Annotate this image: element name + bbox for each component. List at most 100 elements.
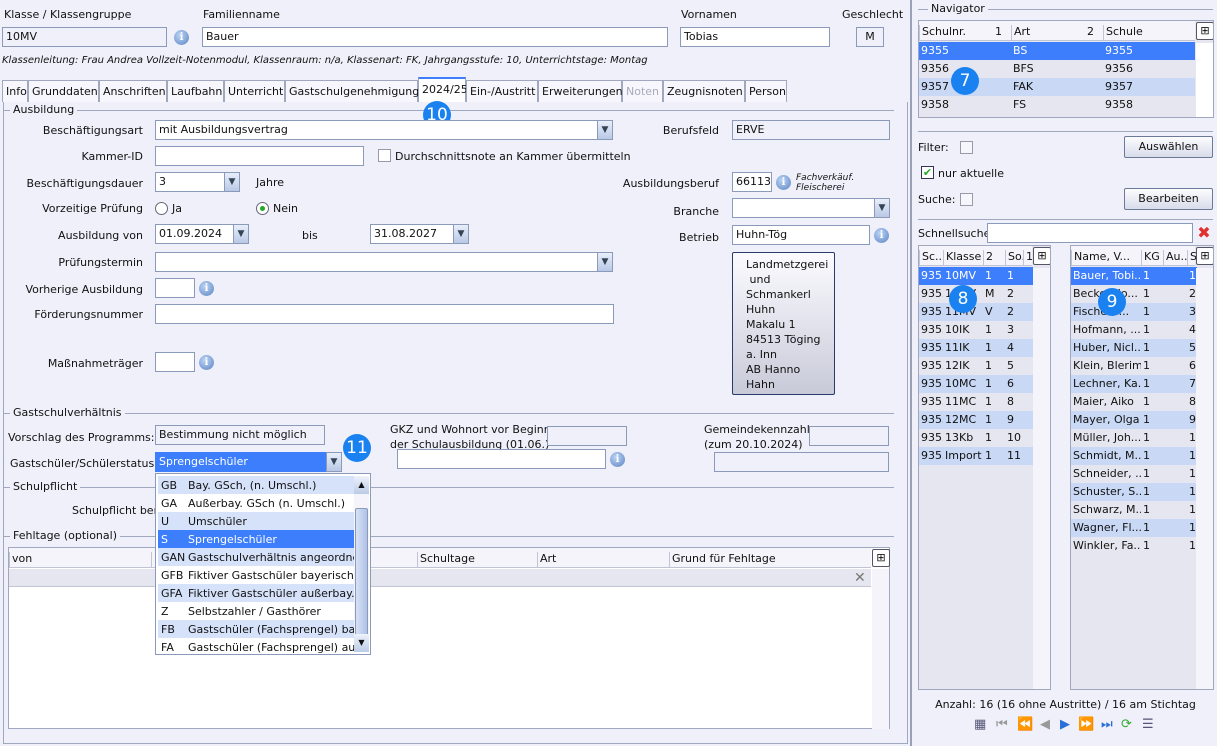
klasse-field[interactable]: 10MV [2,27,167,47]
filter-checkbox[interactable] [960,141,973,154]
scroll-thumb[interactable] [355,508,368,636]
class-row[interactable]: 935511IK 1 4 [919,339,1033,357]
school-row[interactable]: 9358 FS 9358 [919,96,1195,114]
column-header[interactable]: So... [1005,250,1023,266]
scrollbar[interactable] [1196,268,1213,689]
student-row[interactable]: Klein, Blerim 1 6 [1071,357,1197,375]
dropdown-option[interactable]: Z Selbstzahler / Gasthörer [158,602,354,620]
von-date[interactable]: 01.09.2024 [155,224,234,244]
student-row[interactable]: Huber, Nicl... 1 5 [1071,339,1197,357]
student-row[interactable]: Lechner, Ka... 1 7 [1071,375,1197,393]
column-header[interactable]: Klasse [943,250,983,266]
chevron-down-icon[interactable]: ▼ [326,452,342,472]
scroll-up-icon[interactable]: ▲ [354,476,369,494]
column-menu-icon[interactable]: ⊞ [1196,22,1213,40]
radio-ja[interactable] [155,202,168,215]
scrollbar[interactable] [872,569,889,729]
class-row[interactable]: 9355Import111 [919,447,1033,465]
scrollbar[interactable] [1196,43,1213,117]
geschlecht-field[interactable]: M [856,27,884,47]
next-record-icon[interactable]: ▶ [1060,717,1070,732]
column-menu-icon[interactable]: ⊞ [1196,247,1213,265]
column-header[interactable]: Au... [1163,250,1187,266]
dropdown-option[interactable]: U Umschüler [158,512,354,530]
column-menu-icon[interactable]: ⊞ [872,549,890,567]
info-icon[interactable]: i [199,355,214,370]
student-row[interactable]: Schuster, S...114 [1071,483,1197,501]
gemeindekennzahl-input[interactable] [809,426,889,446]
vornamen-field[interactable]: Tobias [680,27,830,47]
refresh-icon[interactable]: ⟳ [1121,717,1132,732]
prev-page-icon[interactable]: ⏪ [1017,717,1033,732]
dropdown-option[interactable]: GFB Fiktiver Gastschüler bayerisch [158,566,354,584]
class-row[interactable]: 935510IK 1 3 [919,321,1033,339]
tab-person[interactable]: Person [745,80,787,102]
student-row[interactable]: Hofmann, ... 1 4 [1071,321,1197,339]
schnellsuche-input[interactable] [987,223,1193,243]
column-header[interactable]: von [9,552,151,568]
tab-noten[interactable]: Noten [622,80,663,102]
wohnort-input[interactable] [397,449,606,469]
betrieb-address-button[interactable]: Landmetzgerei und Schmankerl Huhn Makalu 1 8… [732,252,835,395]
bearbeiten-button[interactable]: Bearbeiten [1124,188,1213,210]
tab-gastschulgenehmigung[interactable]: Gastschulgenehmigung [285,80,419,102]
chevron-down-icon[interactable]: ▼ [874,198,890,218]
first-record-icon[interactable]: ⏮ [996,717,1008,732]
auswaehlen-button[interactable]: Auswählen [1124,136,1213,158]
last-record-icon[interactable]: ⏭ [1101,717,1113,732]
chevron-down-icon[interactable]: ▼ [233,224,249,244]
gkz-input[interactable] [547,426,627,446]
class-row[interactable]: 935513Kb 1 10 [919,429,1033,447]
column-header[interactable]: 2 [983,250,1005,266]
dropdown-option[interactable]: GB Bay. GSch, (n. Umschl.) [158,476,354,494]
beschaeftigungsart-select[interactable]: mit Ausbildungsvertrag [155,120,598,140]
student-row[interactable]: Schwarz, M...115 [1071,501,1197,519]
class-row[interactable]: 935511MC 1 8 [919,393,1033,411]
scrollbar[interactable] [1033,268,1050,689]
info-icon[interactable]: i [174,30,189,45]
tab-laufbahn[interactable]: Laufbahn [167,80,224,102]
tab-anschriften[interactable]: Anschriften [99,80,167,102]
prev-record-icon[interactable]: ◀ [1040,717,1050,732]
status-select[interactable]: Sprengelschüler [155,452,327,472]
info-icon[interactable]: i [610,452,625,467]
info-icon[interactable]: i [776,175,791,190]
dropdown-option[interactable]: GFA Fiktiver Gastschüler außerbay. [158,584,355,602]
student-row[interactable]: Winkler, Fa...118 [1071,537,1197,555]
student-row[interactable]: Maier, Aiko 1 8 [1071,393,1197,411]
column-header[interactable]: Art [537,552,669,568]
column-header[interactable]: Name, V... [1071,250,1141,266]
scroll-down-icon[interactable]: ▼ [354,634,369,652]
pruefungstermin-select[interactable] [155,252,598,272]
tab-erweiterungen[interactable]: Erweiterungen [538,80,623,102]
info-icon[interactable]: i [874,228,889,243]
radio-nein[interactable] [256,202,269,215]
student-row[interactable]: Wagner, Fl...116 [1071,519,1197,537]
class-row[interactable]: 935512IK 1 5 [919,357,1033,375]
foerderungsnummer-input[interactable] [155,304,614,324]
delete-icon[interactable]: ✕ [854,570,866,586]
next-page-icon[interactable]: ⏩ [1078,717,1094,732]
scrollbar[interactable]: ▲ ▼ [354,476,369,652]
student-row[interactable]: Mayer, Olga 1 9 [1071,411,1197,429]
ausbildungsberuf-input[interactable]: 66113 [732,172,772,192]
dropdown-option[interactable]: S Sprengelschüler [158,530,354,548]
student-row[interactable]: Fischer, ... 1 3 [1071,303,1197,321]
column-header[interactable]: Schule [1103,25,1195,41]
chevron-down-icon[interactable]: ▼ [224,172,240,192]
column-header[interactable]: Schultage [417,552,537,568]
student-row[interactable]: Bauer, Tobi... 1 1 [1071,267,1197,285]
column-header[interactable]: Sc... [919,250,943,266]
student-row[interactable]: Müller, Joh...110 [1071,429,1197,447]
chevron-down-icon[interactable]: ▼ [597,252,613,272]
school-row[interactable]: 9355 BS 9355 [919,42,1195,60]
dropdown-option[interactable]: FB Gastschüler (Fachsprengel) bay [158,620,362,638]
tab-ein-austritt[interactable]: Ein-/Austritt [466,80,538,102]
tab-grunddaten[interactable]: Grunddaten [28,80,99,102]
class-row[interactable]: 935510MC 1 6 [919,375,1033,393]
student-row[interactable]: Becker, Jo... 1 2 [1071,285,1197,303]
massnahme-input[interactable] [155,352,195,372]
table-view-icon[interactable]: ▦ [974,717,986,732]
nur-aktuelle-checkbox[interactable]: ✔ [921,166,934,179]
dropdown-option[interactable]: FA Gastschüler (Fachsprengel) auß [158,638,362,656]
